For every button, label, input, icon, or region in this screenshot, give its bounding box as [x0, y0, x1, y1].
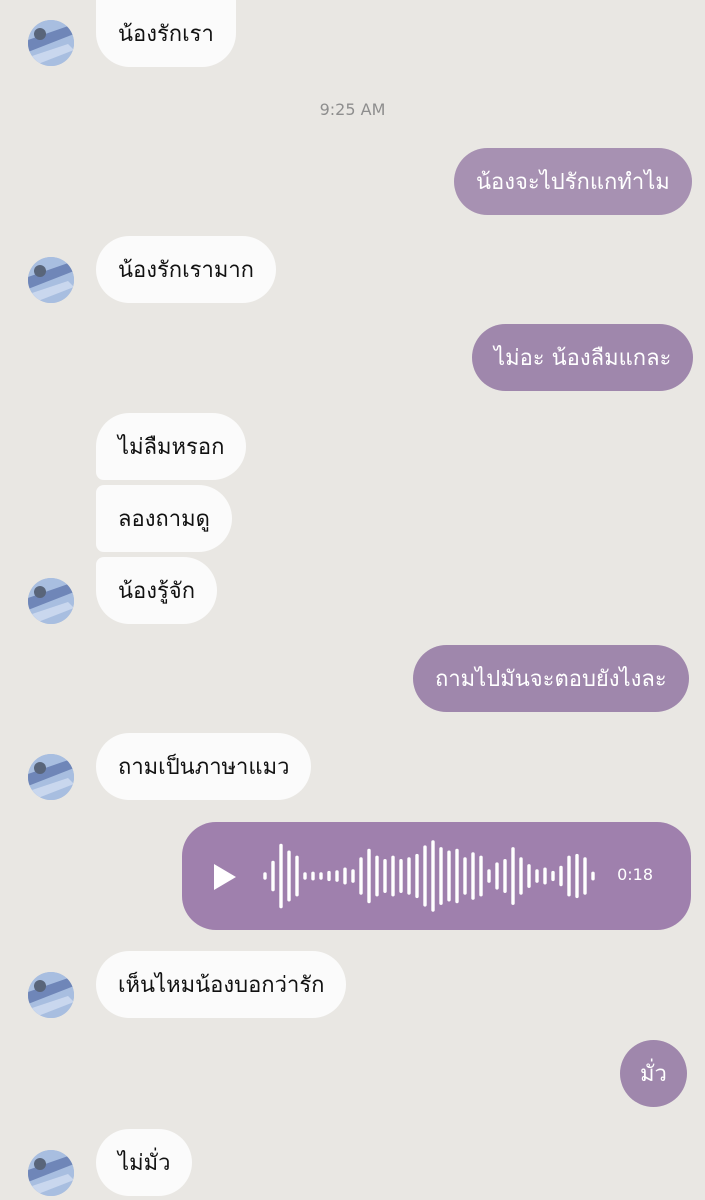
outgoing-message[interactable]: ไม่อะ น้องลืมแกละ — [472, 324, 694, 391]
waveform[interactable] — [262, 838, 602, 914]
message-timestamp: 9:25 AM — [319, 100, 386, 119]
outgoing-message[interactable]: น้องจะไปรักแกทำไม — [454, 148, 692, 215]
incoming-message[interactable]: ไม่มั่ว — [96, 1129, 193, 1196]
avatar[interactable] — [28, 257, 74, 303]
play-icon[interactable] — [210, 862, 238, 892]
voice-message[interactable]: 0:18 — [182, 822, 691, 930]
avatar[interactable] — [28, 578, 74, 624]
incoming-message[interactable]: น้องรู้จัก — [96, 557, 218, 624]
avatar[interactable] — [28, 754, 74, 800]
avatar[interactable] — [28, 20, 74, 66]
outgoing-message[interactable]: ถามไปมันจะตอบยังไงละ — [413, 645, 689, 712]
incoming-message[interactable]: ไม่ลืมหรอก — [96, 413, 247, 480]
outgoing-message[interactable]: มั่ว — [620, 1040, 687, 1107]
avatar[interactable] — [28, 1150, 74, 1196]
avatar[interactable] — [28, 972, 74, 1018]
incoming-message[interactable]: เห็นไหมน้องบอกว่ารัก — [96, 951, 347, 1018]
incoming-message[interactable]: ถามเป็นภาษาแมว — [96, 733, 312, 800]
incoming-message[interactable]: น้องรักเรา — [96, 0, 236, 67]
incoming-message[interactable]: ลองถามดู — [96, 485, 232, 552]
voice-duration: 0:18 — [617, 865, 653, 884]
incoming-message[interactable]: น้องรักเรามาก — [96, 236, 276, 303]
